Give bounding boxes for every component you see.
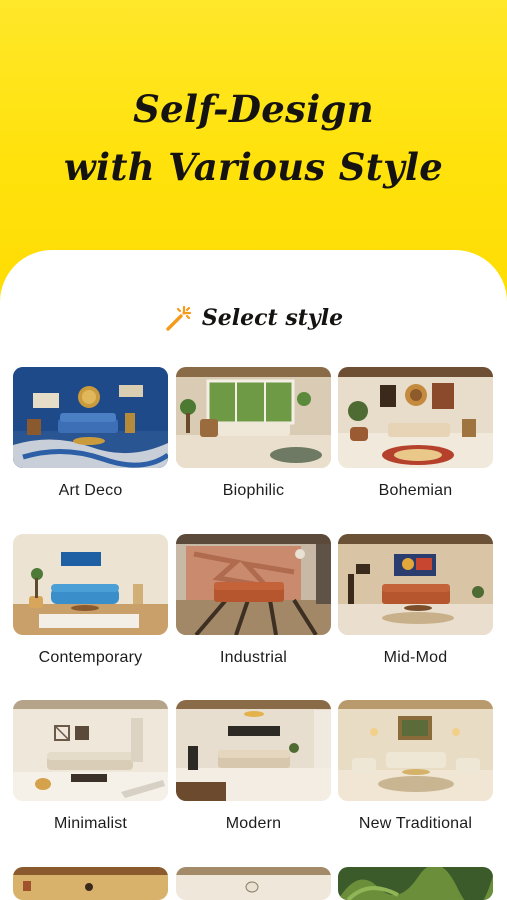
art-deco-thumbnail — [13, 367, 168, 468]
style-label-mid-mod: Mid-Mod — [383, 649, 448, 666]
style-label-new-traditional: New Traditional — [358, 815, 473, 832]
new-traditional-thumbnail — [338, 700, 493, 801]
row4-left-thumbnail — [13, 867, 168, 900]
style-card-minimalist[interactable] — [13, 700, 168, 801]
industrial-thumbnail — [176, 534, 331, 635]
style-label-contemporary: Contemporary — [38, 649, 143, 666]
hero-banner: Self-Design with Various Style — [0, 0, 507, 290]
magic-wand-icon — [164, 303, 194, 333]
bohemian-thumbnail — [338, 367, 493, 468]
style-label-bohemian: Bohemian — [378, 482, 453, 499]
style-card-new-traditional[interactable] — [338, 700, 493, 801]
hero-title: Self-Design with Various Style — [0, 80, 507, 196]
biophilic-thumbnail — [176, 367, 331, 468]
style-card-industrial[interactable] — [176, 534, 331, 635]
modern-thumbnail — [176, 700, 331, 801]
style-label-minimalist: Minimalist — [53, 815, 128, 832]
style-card-modern[interactable] — [176, 700, 331, 801]
style-label-art-deco: Art Deco — [58, 482, 123, 499]
style-label-modern: Modern — [225, 815, 282, 832]
style-card-biophilic[interactable] — [176, 367, 331, 468]
hero-title-line-1: Self-Design — [133, 87, 374, 131]
select-style-label: Select style — [201, 305, 344, 331]
row4-middle-thumbnail — [176, 867, 331, 900]
style-label-industrial: Industrial — [220, 649, 287, 666]
contemporary-thumbnail — [13, 534, 168, 635]
style-card-mid-mod[interactable] — [338, 534, 493, 635]
minimalist-thumbnail — [13, 700, 168, 801]
hero-title-line-2: with Various Style — [63, 145, 444, 189]
select-style-header: Select style — [0, 300, 507, 336]
style-label-biophilic: Biophilic — [222, 482, 285, 499]
style-card-art-deco[interactable] — [13, 367, 168, 468]
style-card-contemporary[interactable] — [13, 534, 168, 635]
style-card-row4-right[interactable] — [338, 867, 493, 900]
mid-mod-thumbnail — [338, 534, 493, 635]
style-card-row4-middle[interactable] — [176, 867, 331, 900]
style-card-bohemian[interactable] — [338, 367, 493, 468]
row4-right-thumbnail — [338, 867, 493, 900]
style-card-row4-left[interactable] — [13, 867, 168, 900]
